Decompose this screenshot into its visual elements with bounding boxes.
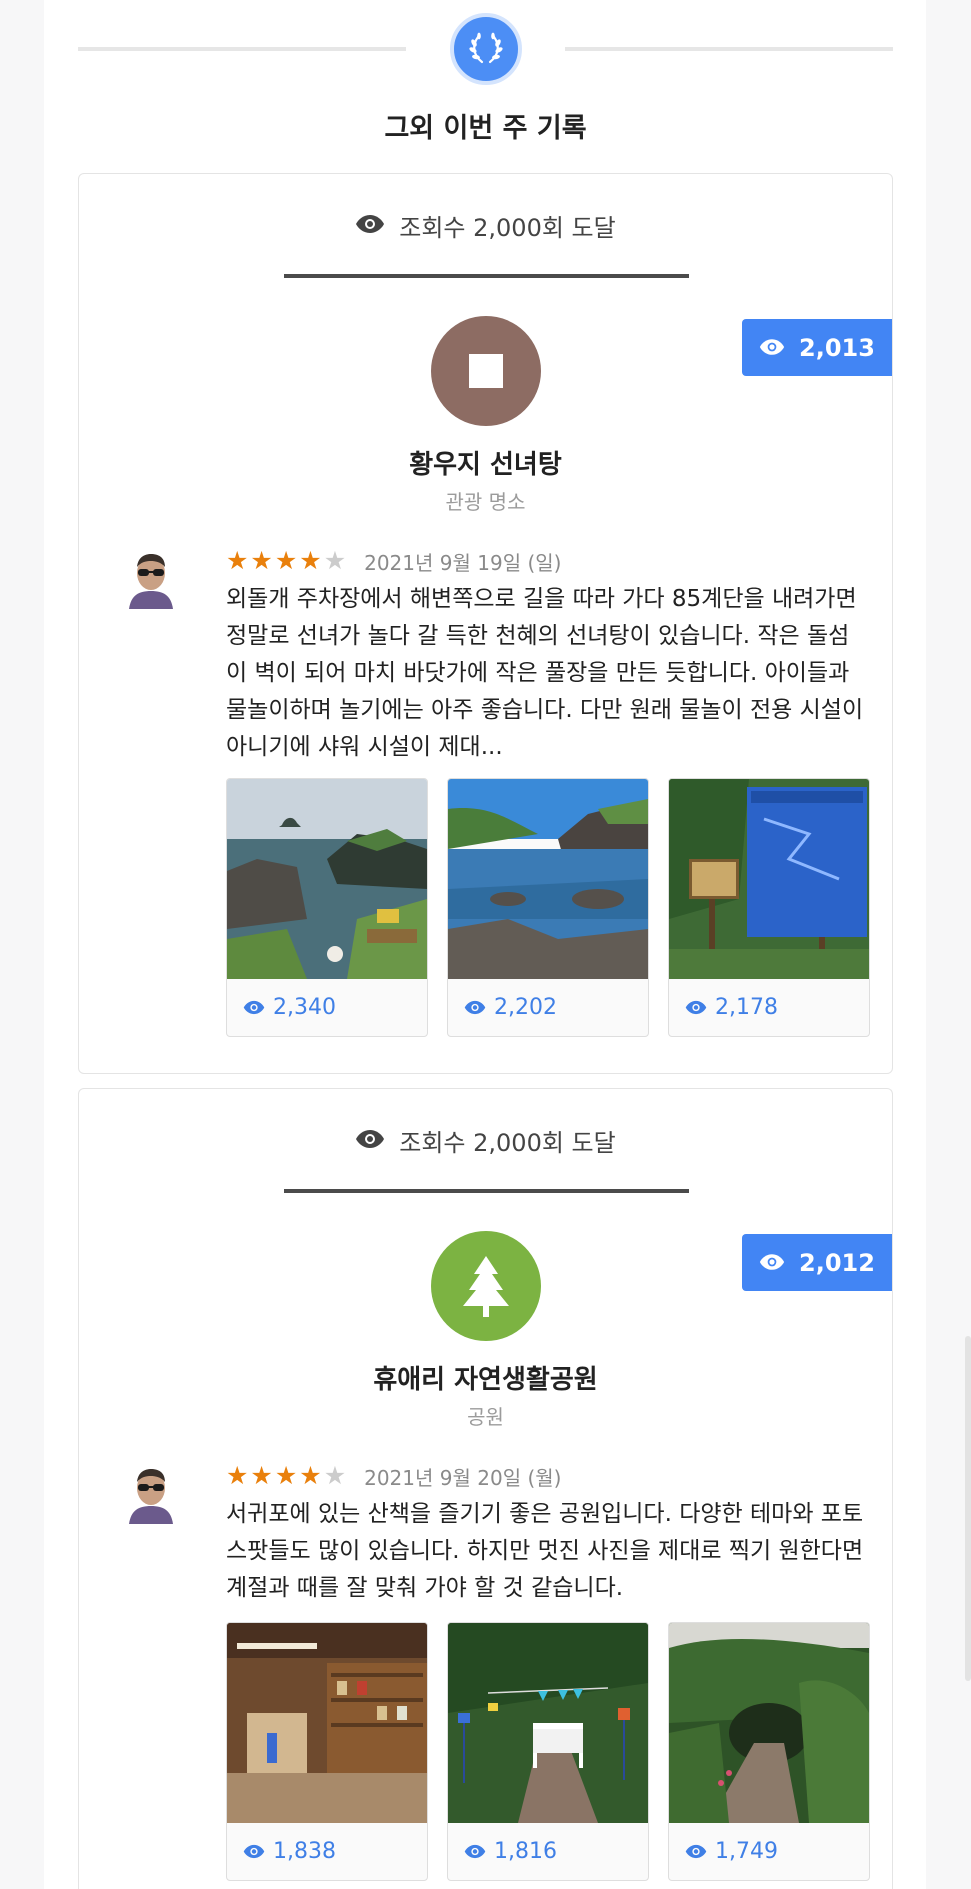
eye-icon [685, 1000, 707, 1015]
views-count: 2,012 [799, 1248, 875, 1277]
header-divider-left [78, 47, 406, 51]
photo-views: 2,202 [448, 979, 648, 1036]
record-card: 조회수 2,000회 도달 2,012 휴애리 자연생활공원 공원 ★ ★ ★ … [78, 1088, 893, 1889]
photo-card[interactable]: 2,340 [226, 778, 428, 1037]
star-icon: ★ [226, 546, 249, 575]
review-text[interactable]: 외돌개 주차장에서 해변쪽으로 길을 따라 가다 85계단을 내려가면 정말로 … [226, 581, 866, 766]
photo-views: 2,178 [669, 979, 869, 1036]
photo-card[interactable]: 1,816 [447, 1622, 649, 1881]
milestone-heading: 조회수 2,000회 도달 [79, 1123, 892, 1158]
star-rating: ★ ★ ★ ★ ★ [226, 1462, 348, 1490]
star-icon: ★ [274, 1461, 298, 1490]
place-category: 관광 명소 [445, 490, 526, 514]
star-rating: ★ ★ ★ ★ ★ [226, 547, 348, 575]
photo [669, 1623, 869, 1823]
star-icon: ★ [299, 1461, 322, 1490]
star-icon: ★ [299, 546, 322, 575]
photo-card[interactable]: 2,202 [447, 778, 649, 1037]
eye-icon [243, 1844, 265, 1859]
milestone-heading: 조회수 2,000회 도달 [79, 208, 892, 243]
photo-strip: 1,838 1,816 1,749 [226, 1622, 870, 1881]
eye-icon [464, 1844, 486, 1859]
laurel-icon [450, 13, 522, 85]
header-divider-right [565, 47, 893, 51]
star-icon: ★ [250, 546, 273, 575]
milestone-label: 조회수 2,000회 도달 [399, 1129, 616, 1157]
photo-card[interactable]: 1,749 [668, 1622, 870, 1881]
avatar[interactable] [125, 551, 177, 609]
photo [669, 779, 869, 979]
eye-icon [759, 1249, 785, 1277]
photo-views: 1,838 [227, 1823, 427, 1880]
photo-card[interactable]: 1,838 [226, 1622, 428, 1881]
photo [448, 1623, 648, 1823]
star-icon: ★ [226, 1461, 249, 1490]
photo-views: 1,749 [669, 1823, 869, 1880]
photo [227, 1623, 427, 1823]
eye-icon [464, 1000, 486, 1015]
avatar[interactable] [125, 1466, 177, 1524]
star-icon: ★ [274, 546, 298, 575]
photo-views: 2,340 [227, 979, 427, 1036]
place-category: 공원 [467, 1405, 504, 1429]
review: ★ ★ ★ ★ ★ 2021년 9월 19일 (일) 외돌개 주차장에서 해변쪽… [226, 547, 866, 766]
eye-icon [355, 212, 385, 240]
photo-views: 1,816 [448, 1823, 648, 1880]
review-date: 2021년 9월 20일 (월) [364, 1465, 562, 1490]
star-empty-icon: ★ [323, 546, 347, 575]
views-count: 2,013 [799, 333, 875, 362]
heading-divider [284, 1189, 689, 1193]
star-icon: ★ [250, 1461, 273, 1490]
star-empty-icon: ★ [323, 1461, 347, 1490]
photo [227, 779, 427, 979]
heading-divider [284, 274, 689, 278]
milestone-label: 조회수 2,000회 도달 [399, 214, 616, 242]
eye-icon [685, 1844, 707, 1859]
photo-strip: 2,340 2,202 2,178 [226, 778, 870, 1037]
review: ★ ★ ★ ★ ★ 2021년 9월 20일 (월) 서귀포에 있는 산책을 즐… [226, 1462, 866, 1607]
views-badge: 2,013 [742, 319, 892, 376]
views-badge: 2,012 [742, 1234, 892, 1291]
tree-icon[interactable] [431, 1231, 541, 1341]
square-stop-icon[interactable] [431, 316, 541, 426]
place-name[interactable]: 황우지 선녀탕 [79, 444, 892, 481]
eye-icon [243, 1000, 265, 1015]
scrollbar[interactable] [965, 1336, 971, 1681]
eye-icon [355, 1127, 385, 1155]
record-card: 조회수 2,000회 도달 2,013 황우지 선녀탕 관광 명소 ★ ★ ★ … [78, 173, 893, 1074]
review-date: 2021년 9월 19일 (일) [364, 550, 562, 575]
photo [448, 779, 648, 979]
eye-icon [759, 334, 785, 362]
review-text[interactable]: 서귀포에 있는 산책을 즐기기 좋은 공원입니다. 다양한 테마와 포토 스팟들… [226, 1496, 866, 1607]
section-title: 그외 이번 주 기록 [384, 113, 587, 144]
photo-card[interactable]: 2,178 [668, 778, 870, 1037]
place-name[interactable]: 휴애리 자연생활공원 [79, 1359, 892, 1396]
